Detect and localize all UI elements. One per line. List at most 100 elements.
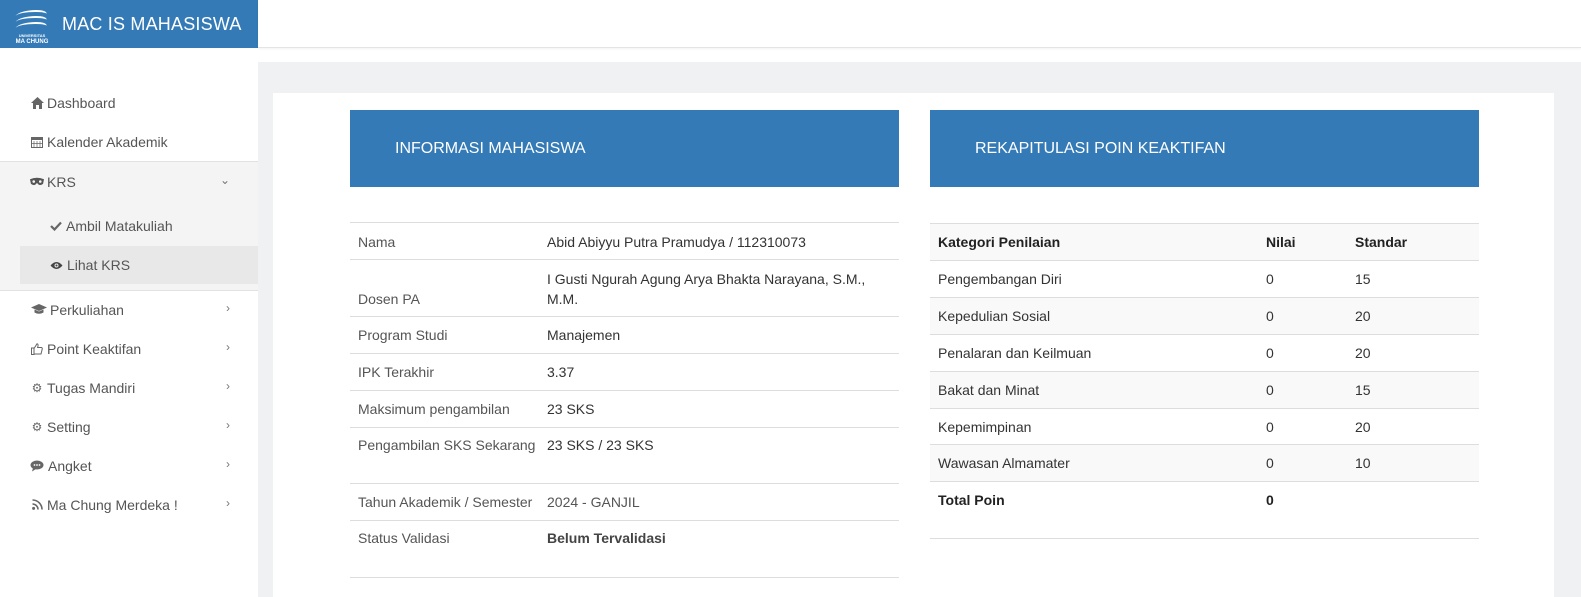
cell-standar: 15 — [1355, 271, 1371, 287]
mask-icon — [30, 175, 44, 189]
column-header-standar: Standar — [1355, 234, 1408, 250]
rekap-card-header: REKAPITULASI POIN KEAKTIFAN — [930, 110, 1479, 187]
calendar-icon — [30, 135, 44, 149]
info-row-dosen-pa: Dosen PA I Gusti Ngurah Agung Arya Bhakt… — [350, 259, 899, 316]
info-card-header: INFORMASI MAHASISWA — [350, 110, 899, 187]
table-row: Kepemimpinan 0 20 — [930, 408, 1479, 445]
table-row: Penalaran dan Keilmuan 0 20 — [930, 334, 1479, 371]
chevron-right-icon: › — [226, 301, 230, 315]
cell-standar: 15 — [1355, 382, 1371, 398]
chevron-right-icon: › — [226, 496, 230, 510]
cell-nilai: 0 — [1266, 308, 1274, 324]
sidebar-item-label: KRS — [47, 173, 76, 190]
rekap-table-header: Kategori Penilaian Nilai Standar — [930, 223, 1479, 260]
sidebar-item-krs[interactable]: KRS ⌄ — [0, 162, 258, 201]
chevron-down-icon: ⌄ — [219, 173, 230, 187]
sidebar: Dashboard Kalender Akademik KRS ⌄ Ambil … — [0, 48, 258, 597]
table-row: Wawasan Almamater 0 10 — [930, 444, 1479, 481]
sidebar-item-label: Kalender Akademik — [47, 133, 168, 150]
info-row-ipk-terakhir: IPK Terakhir 3.37 — [350, 353, 899, 390]
sidebar-item-setting[interactable]: ⚙ Setting › — [0, 407, 258, 446]
info-value: I Gusti Ngurah Agung Arya Bhakta Narayan… — [547, 271, 866, 307]
info-key: Dosen PA — [358, 291, 420, 307]
gear-icon: ⚙ — [31, 380, 43, 395]
cell-standar: 20 — [1355, 419, 1371, 435]
info-value: Manajemen — [547, 327, 621, 343]
sidebar-item-ma-chung-merdeka[interactable]: Ma Chung Merdeka ! › — [0, 485, 258, 524]
chevron-right-icon: › — [226, 340, 230, 354]
graduation-cap-icon — [30, 303, 47, 317]
gear-icon: ⚙ — [31, 419, 43, 434]
sidebar-item-kalender-akademik[interactable]: Kalender Akademik — [0, 122, 258, 161]
info-row-nama: Nama Abid Abiyyu Putra Pramudya / 112310… — [350, 222, 899, 259]
cell-standar: 20 — [1355, 345, 1371, 361]
check-icon — [50, 218, 62, 234]
cell-standar: 10 — [1355, 455, 1371, 471]
cell-kategori: Wawasan Almamater — [938, 455, 1070, 471]
sidebar-item-label: Dashboard — [47, 94, 116, 111]
cell-kategori: Penalaran dan Keilmuan — [938, 345, 1092, 361]
eye-icon — [50, 257, 63, 273]
info-value: 2024 - GANJIL — [547, 494, 640, 510]
info-key: Program Studi — [358, 327, 448, 343]
info-row-maksimum-pengambilan: Maksimum pengambilan 23 SKS — [350, 390, 899, 427]
sidebar-item-dashboard[interactable]: Dashboard — [0, 83, 258, 122]
top-navbar — [258, 0, 1581, 48]
total-value: 0 — [1266, 492, 1274, 508]
cell-nilai: 0 — [1266, 345, 1274, 361]
sidebar-item-label: Setting — [47, 418, 91, 435]
sidebar-item-angket[interactable]: Angket › — [0, 446, 258, 485]
sidebar-item-label: Angket — [48, 457, 92, 474]
table-row: Pengembangan Diri 0 15 — [930, 260, 1479, 297]
rss-icon — [30, 498, 44, 512]
sidebar-item-tugas-mandiri[interactable]: ⚙ Tugas Mandiri › — [0, 368, 258, 407]
cell-kategori: Kepemimpinan — [938, 419, 1032, 435]
app-title[interactable]: MAC IS MAHASISWA — [62, 14, 242, 35]
sidebar-item-label: Point Keaktifan — [47, 340, 142, 357]
info-row-status-validasi: Status Validasi Belum Tervalidasi — [350, 520, 899, 578]
sidebar-subitem-lihat-krs[interactable]: Lihat KRS — [20, 246, 258, 284]
university-logo[interactable]: UNIVERSITAS MA CHUNG — [13, 6, 50, 45]
cell-standar: 20 — [1355, 308, 1371, 324]
cell-nilai: 0 — [1266, 419, 1274, 435]
info-value: 3.37 — [547, 364, 575, 380]
chevron-right-icon: › — [226, 379, 230, 393]
sidebar-item-label: Ma Chung Merdeka ! — [47, 496, 178, 513]
sidebar-item-label: Tugas Mandiri — [47, 379, 136, 396]
thumbs-up-icon — [30, 342, 44, 356]
brand-bar: UNIVERSITAS MA CHUNG MAC IS MAHASISWA — [0, 0, 258, 48]
info-key: Nama — [358, 234, 396, 250]
info-row-tahun-akademik: Tahun Akademik / Semester 2024 - GANJIL — [350, 483, 899, 520]
info-row-pengambilan-sks: Pengambilan SKS Sekarang 23 SKS / 23 SKS — [350, 427, 899, 483]
cell-nilai: 0 — [1266, 455, 1274, 471]
info-value: 23 SKS — [547, 401, 595, 417]
info-value: 23 SKS / 23 SKS — [547, 437, 654, 453]
table-row-total: Total Poin 0 — [930, 481, 1479, 539]
info-key: Status Validasi — [358, 530, 450, 546]
cell-nilai: 0 — [1266, 382, 1274, 398]
total-label: Total Poin — [938, 492, 1005, 508]
info-value: Abid Abiyyu Putra Pramudya / 112310073 — [547, 234, 806, 250]
table-row: Bakat dan Minat 0 15 — [930, 371, 1479, 408]
info-key: Maksimum pengambilan — [358, 401, 510, 417]
cell-kategori: Kepedulian Sosial — [938, 308, 1051, 324]
cell-kategori: Pengembangan Diri — [938, 271, 1062, 287]
sidebar-item-point-keaktifan[interactable]: Point Keaktifan › — [0, 329, 258, 368]
info-key: IPK Terakhir — [358, 364, 434, 380]
column-header-nilai: Nilai — [1266, 234, 1296, 250]
info-key: Tahun Akademik / Semester — [358, 494, 533, 510]
sidebar-subitem-label: Ambil Matakuliah — [66, 218, 173, 234]
chevron-right-icon: › — [226, 457, 230, 471]
home-icon — [30, 96, 44, 110]
sidebar-subitem-ambil-matakuliah[interactable]: Ambil Matakuliah — [20, 207, 258, 245]
cell-kategori: Bakat dan Minat — [938, 382, 1040, 398]
sidebar-item-label: Perkuliahan — [50, 301, 124, 318]
comment-icon — [30, 459, 44, 473]
column-header-kategori: Kategori Penilaian — [938, 234, 1061, 250]
cell-nilai: 0 — [1266, 271, 1274, 287]
status-badge: Belum Tervalidasi — [547, 530, 666, 546]
sidebar-item-perkuliahan[interactable]: Perkuliahan › — [0, 290, 258, 329]
chevron-right-icon: › — [226, 418, 230, 432]
info-row-program-studi: Program Studi Manajemen — [350, 316, 899, 353]
sidebar-subitem-label: Lihat KRS — [67, 257, 131, 273]
